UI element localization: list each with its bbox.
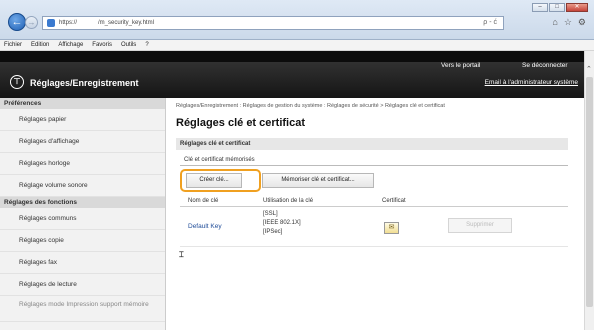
maximize-button[interactable]: □ — [549, 3, 565, 12]
page-title: Réglages clé et certificat — [176, 117, 306, 129]
delete-button: Supprimer — [448, 218, 512, 233]
menu-favorites[interactable]: Favoris — [92, 42, 112, 48]
menu-tools[interactable]: Outils — [121, 42, 136, 48]
register-key-certificate-button[interactable]: Mémoriser clé et certificat... — [262, 173, 374, 188]
sidebar-item-display[interactable]: Réglages d'affichage — [0, 131, 165, 153]
sidebar-item-paper[interactable]: Réglages papier — [0, 109, 165, 131]
column-header-certificate: Certificat — [382, 198, 406, 204]
section-header: Réglages clé et certificat — [176, 138, 568, 150]
address-bar[interactable]: https:// /m_security_key.html ρ - ć — [42, 16, 504, 30]
logout-link[interactable]: Se déconnecter — [522, 62, 568, 69]
menu-view[interactable]: Affichage — [58, 42, 83, 48]
browser-icons: ⌂ ☆ ⚙ — [552, 17, 586, 28]
usage-ssl: [SSL] — [263, 211, 278, 217]
favorites-star-icon[interactable]: ☆ — [564, 17, 572, 28]
column-header-key-usage: Utilisation de la clé — [263, 198, 314, 204]
sidebar-item-clock[interactable]: Réglages horloge — [0, 153, 165, 175]
subsection-title: Clé et certificat mémorisés — [184, 157, 255, 163]
main-content: Réglages/Enregistrement : Réglages de ge… — [176, 98, 580, 330]
sidebar-item-fax[interactable]: Réglages fax — [0, 252, 165, 274]
menu-file[interactable]: Fichier — [4, 42, 22, 48]
browser-chrome: – □ ✕ ← → https:// /m_security_key.html … — [0, 0, 594, 40]
sidebar-item-copy[interactable]: Réglages copie — [0, 230, 165, 252]
menu-help[interactable]: ? — [145, 42, 148, 48]
key-usage-cell: [SSL] [IEEE 802.1X] [IPSec] — [263, 210, 301, 237]
scroll-thumb[interactable] — [586, 77, 593, 307]
sidebar: Préférences Réglages papier Réglages d'a… — [0, 98, 166, 330]
text-cursor-icon: ⌶ — [179, 250, 184, 259]
portal-link[interactable]: Vers le portail — [441, 62, 480, 69]
table-row-divider — [180, 246, 568, 247]
settings-logo-icon: ⊤ — [10, 75, 24, 89]
url-text: https:// /m_security_key.html — [59, 20, 154, 26]
window-controls: – □ ✕ — [532, 3, 588, 12]
sidebar-item-volume[interactable]: Réglage volume sonore — [0, 175, 165, 197]
divider — [180, 165, 568, 166]
address-tools[interactable]: ρ - ć — [483, 19, 497, 26]
menu-edit[interactable]: Edition — [31, 42, 49, 48]
header-top-strip — [0, 51, 584, 62]
page-header-title: Réglages/Enregistrement — [30, 78, 139, 88]
certificate-icon[interactable]: ✉ — [384, 222, 399, 234]
home-icon[interactable]: ⌂ — [552, 17, 557, 28]
column-header-key-name: Nom de clé — [188, 198, 219, 204]
page-icon — [47, 19, 55, 27]
sidebar-item-scan[interactable]: Réglages de lecture — [0, 274, 165, 296]
sidebar-item-media-print[interactable]: Réglages mode Impression support mémoire — [0, 296, 165, 322]
sidebar-heading-preferences: Préférences — [0, 98, 165, 109]
settings-gear-icon[interactable]: ⚙ — [578, 17, 586, 28]
key-name-link[interactable]: Default Key — [188, 223, 222, 230]
menu-bar: Fichier Edition Affichage Favoris Outils… — [0, 40, 594, 51]
usage-ieee: [IEEE 802.1X] — [263, 220, 301, 226]
admin-mail-link[interactable]: Email à l'administrateur système — [485, 79, 578, 86]
app-header: ⊤ Réglages/Enregistrement Vers le portai… — [0, 51, 584, 98]
close-button[interactable]: ✕ — [566, 3, 588, 12]
minimize-button[interactable]: – — [532, 3, 548, 12]
usage-ipsec: [IPSec] — [263, 229, 283, 235]
table-header-divider — [180, 206, 568, 207]
vertical-scrollbar[interactable]: ⌃ — [584, 51, 594, 330]
device-info-text — [38, 54, 63, 60]
forward-arrow-icon[interactable]: → — [25, 16, 38, 29]
breadcrumb: Réglages/Enregistrement : Réglages de ge… — [176, 103, 445, 109]
sidebar-heading-functions: Réglages des fonctions — [0, 197, 165, 208]
create-key-button[interactable]: Créer clé... — [186, 173, 242, 188]
scroll-up-icon[interactable]: ⌃ — [586, 65, 592, 73]
sidebar-item-common[interactable]: Réglages communs — [0, 208, 165, 230]
back-arrow-icon[interactable]: ← — [8, 13, 26, 31]
